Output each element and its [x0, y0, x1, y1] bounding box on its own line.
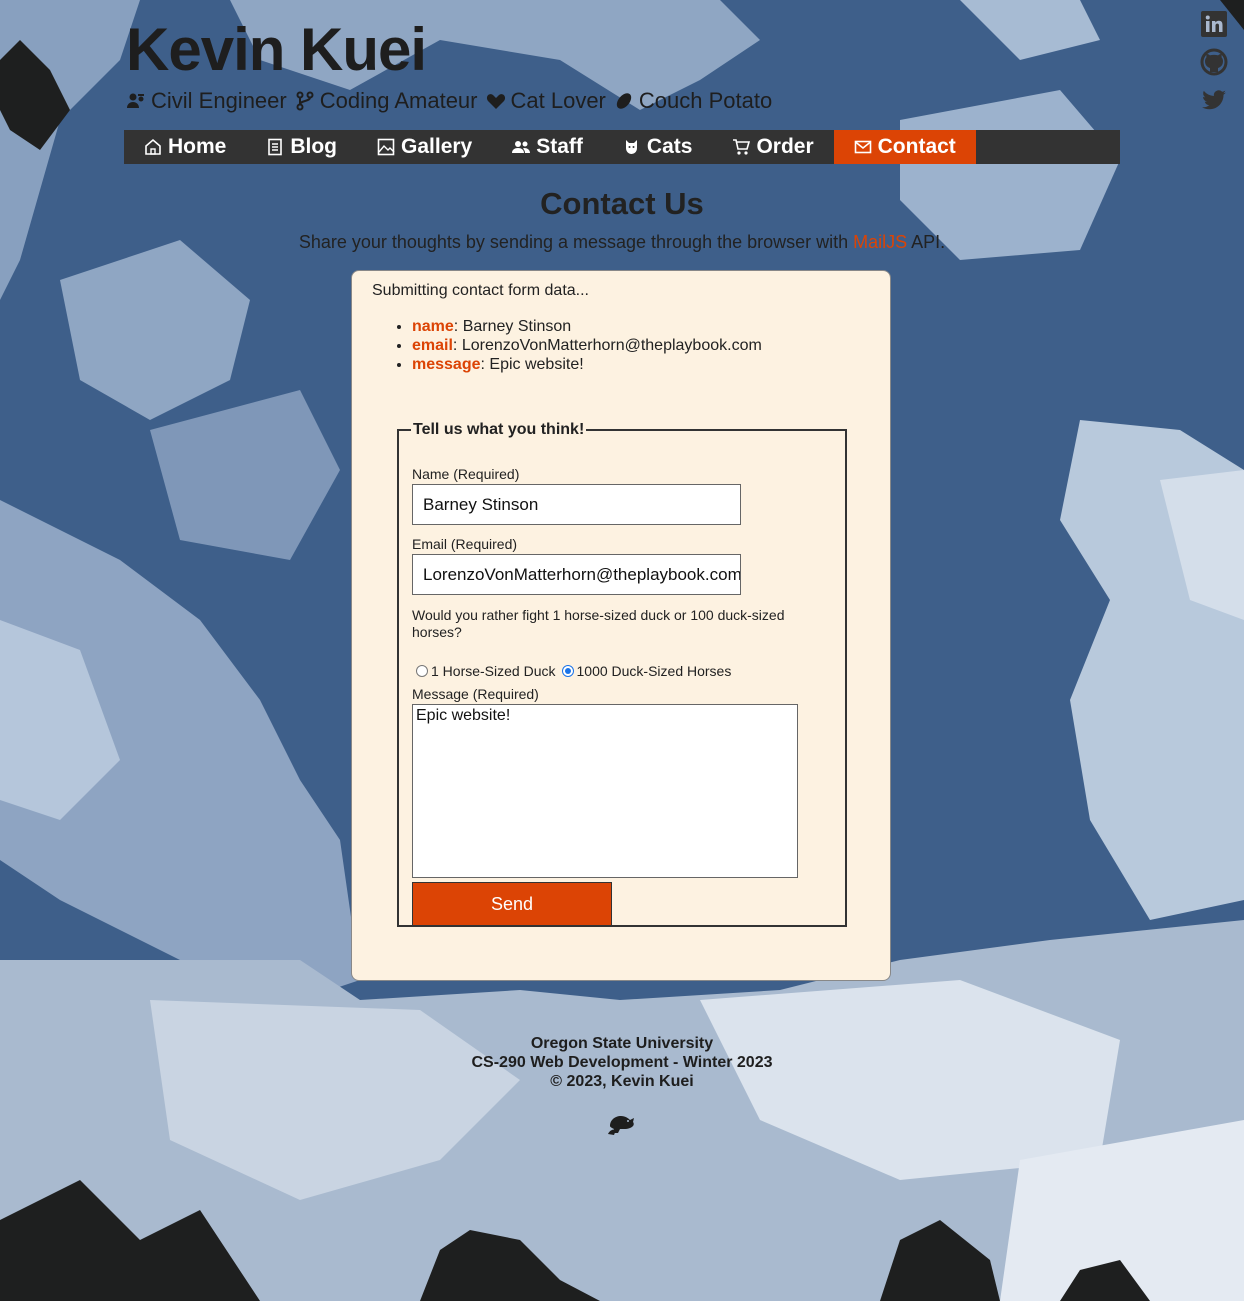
nav-label: Cats	[646, 135, 693, 158]
tag-label: Coding Amateur	[319, 88, 478, 113]
name-label: Name (Required)	[412, 466, 520, 482]
tag-coding-amateur: Coding Amateur	[295, 88, 478, 114]
contact-card: Submitting contact form data... name: Ba…	[351, 270, 891, 981]
summary-value: : Epic website!	[480, 356, 584, 373]
people-icon	[512, 141, 531, 153]
tag-couch-potato: Couch Potato	[614, 88, 772, 114]
message-field[interactable]: Epic website!	[412, 704, 798, 878]
list-item: message: Epic website!	[412, 355, 762, 374]
git-branch-icon	[296, 91, 314, 111]
home-icon	[145, 138, 161, 155]
nav-label: Home	[168, 135, 227, 158]
radio-horse-sized-duck[interactable]	[416, 665, 428, 677]
cat-icon	[625, 140, 637, 154]
summary-value: : Barney Stinson	[453, 318, 572, 335]
name-field[interactable]: Barney Stinson	[412, 484, 741, 525]
tag-label: Cat Lover	[510, 88, 606, 113]
tag-label: Civil Engineer	[151, 88, 287, 113]
nav-label: Contact	[877, 135, 956, 158]
message-label: Message (Required)	[412, 686, 539, 702]
subtitle-text: Share your thoughts by sending a message…	[298, 232, 854, 252]
footer-course: CS-290 Web Development - Winter 2023	[471, 1054, 773, 1071]
mailjs-link[interactable]: MailJS	[853, 232, 907, 252]
nav-item-home[interactable]: Home	[124, 130, 246, 164]
summary-value: : LorenzoVonMatterhorn@theplaybook.com	[452, 337, 762, 354]
beaver-icon	[608, 1116, 634, 1135]
nav-item-staff[interactable]: Staff	[492, 130, 603, 164]
site-title: Kevin Kuei	[126, 16, 427, 83]
tagline: Civil Engineer Coding Amateur Cat Lover …	[126, 88, 772, 114]
list-item: email: LorenzoVonMatterhorn@theplaybook.…	[412, 336, 762, 355]
email-field[interactable]: LorenzoVonMatterhorn@theplaybook.com	[412, 554, 741, 595]
github-icon[interactable]	[1200, 48, 1228, 76]
radio-label: 1 Horse-Sized Duck	[431, 663, 556, 679]
contact-form: Tell us what you think! Name (Required) …	[397, 421, 847, 927]
radio-duck-sized-horses[interactable]	[561, 665, 574, 677]
tag-civil-engineer: Civil Engineer	[126, 88, 287, 114]
heart-paw-icon	[486, 94, 505, 109]
email-label: Email (Required)	[412, 536, 518, 552]
envelope-icon	[854, 140, 871, 154]
engineer-icon	[127, 93, 144, 108]
duck-question: Would you rather fight 1 horse-sized duc…	[412, 607, 785, 640]
list-item: name: Barney Stinson	[412, 317, 762, 336]
nav-item-order[interactable]: Order	[712, 130, 833, 164]
page-head: Contact Us Share your thoughts by sendin…	[0, 186, 1244, 253]
footer-university: Oregon State University	[530, 1035, 714, 1052]
nav-label: Gallery	[401, 135, 473, 158]
document-icon	[268, 138, 283, 156]
submission-status: Submitting contact form data...	[372, 282, 589, 299]
main-nav: Home Blog Gallery Staff Cats Order Conta…	[124, 130, 1120, 164]
nav-item-blog[interactable]: Blog	[246, 130, 357, 164]
site-header: Kevin Kuei Civil Engineer Coding Amateur…	[126, 14, 772, 114]
nav-item-cats[interactable]: Cats	[603, 130, 713, 164]
nav-label: Order	[756, 135, 814, 158]
site-footer: Oregon State University CS-290 Web Devel…	[0, 1034, 1244, 1091]
cart-icon	[733, 139, 751, 155]
social-links	[1200, 10, 1228, 114]
page-subtitle: Share your thoughts by sending a message…	[0, 232, 1244, 253]
submission-summary: name: Barney Stinson email: LorenzoVonMa…	[412, 317, 762, 374]
image-icon	[377, 138, 395, 156]
linkedin-icon[interactable]	[1200, 10, 1228, 38]
page-title: Contact Us	[540, 186, 704, 221]
send-button[interactable]: Send	[412, 882, 612, 926]
duck-options: 1 Horse-Sized Duck 1000 Duck-Sized Horse…	[416, 663, 737, 679]
subtitle-text-end: API.	[907, 232, 946, 252]
tag-label: Couch Potato	[638, 88, 773, 113]
potato-icon	[616, 93, 632, 109]
form-legend: Tell us what you think!	[413, 421, 585, 438]
radio-label: 1000 Duck-Sized Horses	[576, 663, 732, 679]
summary-key: email	[412, 337, 453, 354]
tag-cat-lover: Cat Lover	[486, 88, 606, 114]
nav-item-gallery[interactable]: Gallery	[357, 130, 492, 164]
summary-key: message	[412, 356, 481, 373]
nav-item-contact[interactable]: Contact	[833, 130, 976, 164]
nav-label: Staff	[536, 135, 583, 158]
footer-copyright: © 2023, Kevin Kuei	[550, 1073, 694, 1090]
summary-key: name	[412, 318, 454, 335]
nav-label: Blog	[290, 135, 338, 158]
twitter-icon[interactable]	[1200, 86, 1228, 114]
